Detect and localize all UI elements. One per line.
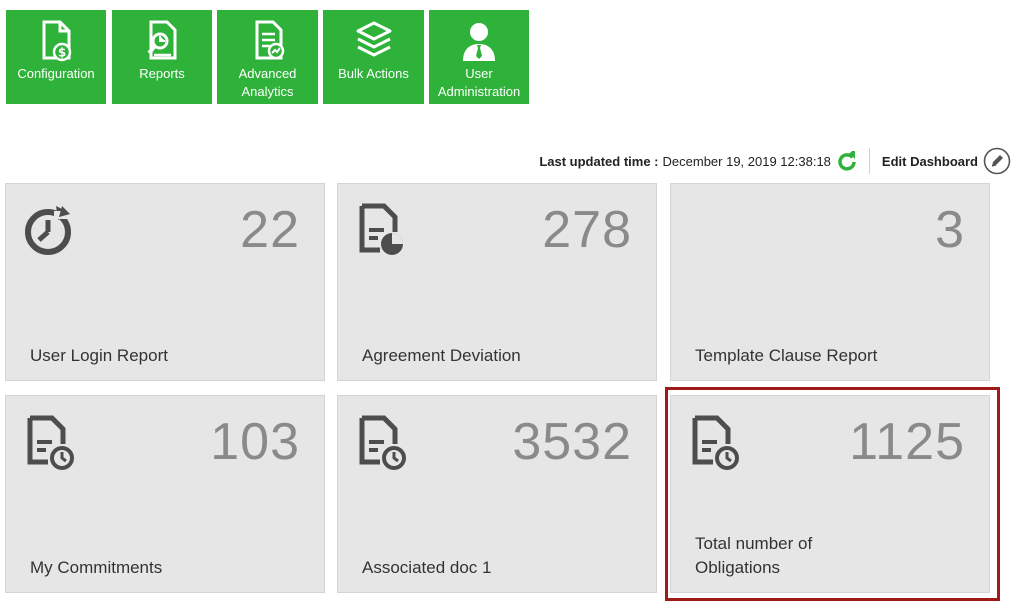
configuration-button[interactable]: $ Configuration <box>6 10 106 104</box>
separator <box>868 148 870 174</box>
document-clock-icon <box>687 414 741 470</box>
tile-agreement-deviation[interactable]: 278 Agreement Deviation <box>337 183 657 381</box>
tile-value: 3532 <box>512 413 632 471</box>
reports-button[interactable]: Reports <box>112 10 212 104</box>
analytics-document-icon <box>248 19 288 63</box>
document-dollar-icon: $ <box>36 19 76 63</box>
tile-user-login-report[interactable]: 22 User Login Report <box>5 183 325 381</box>
refresh-icon[interactable] <box>837 148 857 171</box>
tile-title: Associated doc 1 <box>362 558 492 577</box>
tile-total-obligations[interactable]: 1125 Total number of Obligations <box>670 395 990 593</box>
tile-title: Template Clause Report <box>695 346 878 365</box>
pencil-icon[interactable] <box>983 147 1011 175</box>
advanced-analytics-label: Advanced Analytics <box>238 66 297 99</box>
last-updated-label: Last updated time : <box>539 153 659 169</box>
svg-text:$: $ <box>58 46 66 60</box>
user-administration-label: User Administration <box>437 66 521 99</box>
bulk-actions-button[interactable]: Bulk Actions <box>323 10 424 104</box>
tile-value: 103 <box>210 413 300 471</box>
user-icon <box>459 19 499 63</box>
tile-title: My Commitments <box>30 558 163 577</box>
clock-arrow-icon <box>22 202 76 258</box>
advanced-analytics-button[interactable]: Advanced Analytics <box>217 10 318 104</box>
tile-title: User Login Report <box>30 346 168 365</box>
document-clock-icon <box>22 414 76 470</box>
document-clock-icon <box>354 414 408 470</box>
bulk-actions-label: Bulk Actions <box>338 66 409 81</box>
status-bar: Last updated time : December 19, 2019 12… <box>539 146 1011 176</box>
tile-template-clause-report[interactable]: 3 Template Clause Report <box>670 183 990 381</box>
tile-value: 278 <box>542 201 632 259</box>
user-administration-button[interactable]: User Administration <box>429 10 529 104</box>
tile-title: Agreement Deviation <box>362 346 521 365</box>
tile-value: 22 <box>240 201 300 259</box>
tile-associated-doc[interactable]: 3532 Associated doc 1 <box>337 395 657 593</box>
tile-value: 3 <box>935 201 965 259</box>
tile-my-commitments[interactable]: 103 My Commitments <box>5 395 325 593</box>
layers-icon <box>354 19 394 63</box>
report-search-icon <box>142 19 182 63</box>
reports-label: Reports <box>139 66 185 81</box>
tile-title: Total number of Obligations <box>695 534 813 577</box>
document-pie-icon <box>354 202 408 258</box>
edit-dashboard-label[interactable]: Edit Dashboard <box>882 154 978 169</box>
configuration-label: Configuration <box>17 66 95 81</box>
last-updated-value: December 19, 2019 12:38:18 <box>662 153 831 169</box>
tile-value: 1125 <box>849 413 965 471</box>
